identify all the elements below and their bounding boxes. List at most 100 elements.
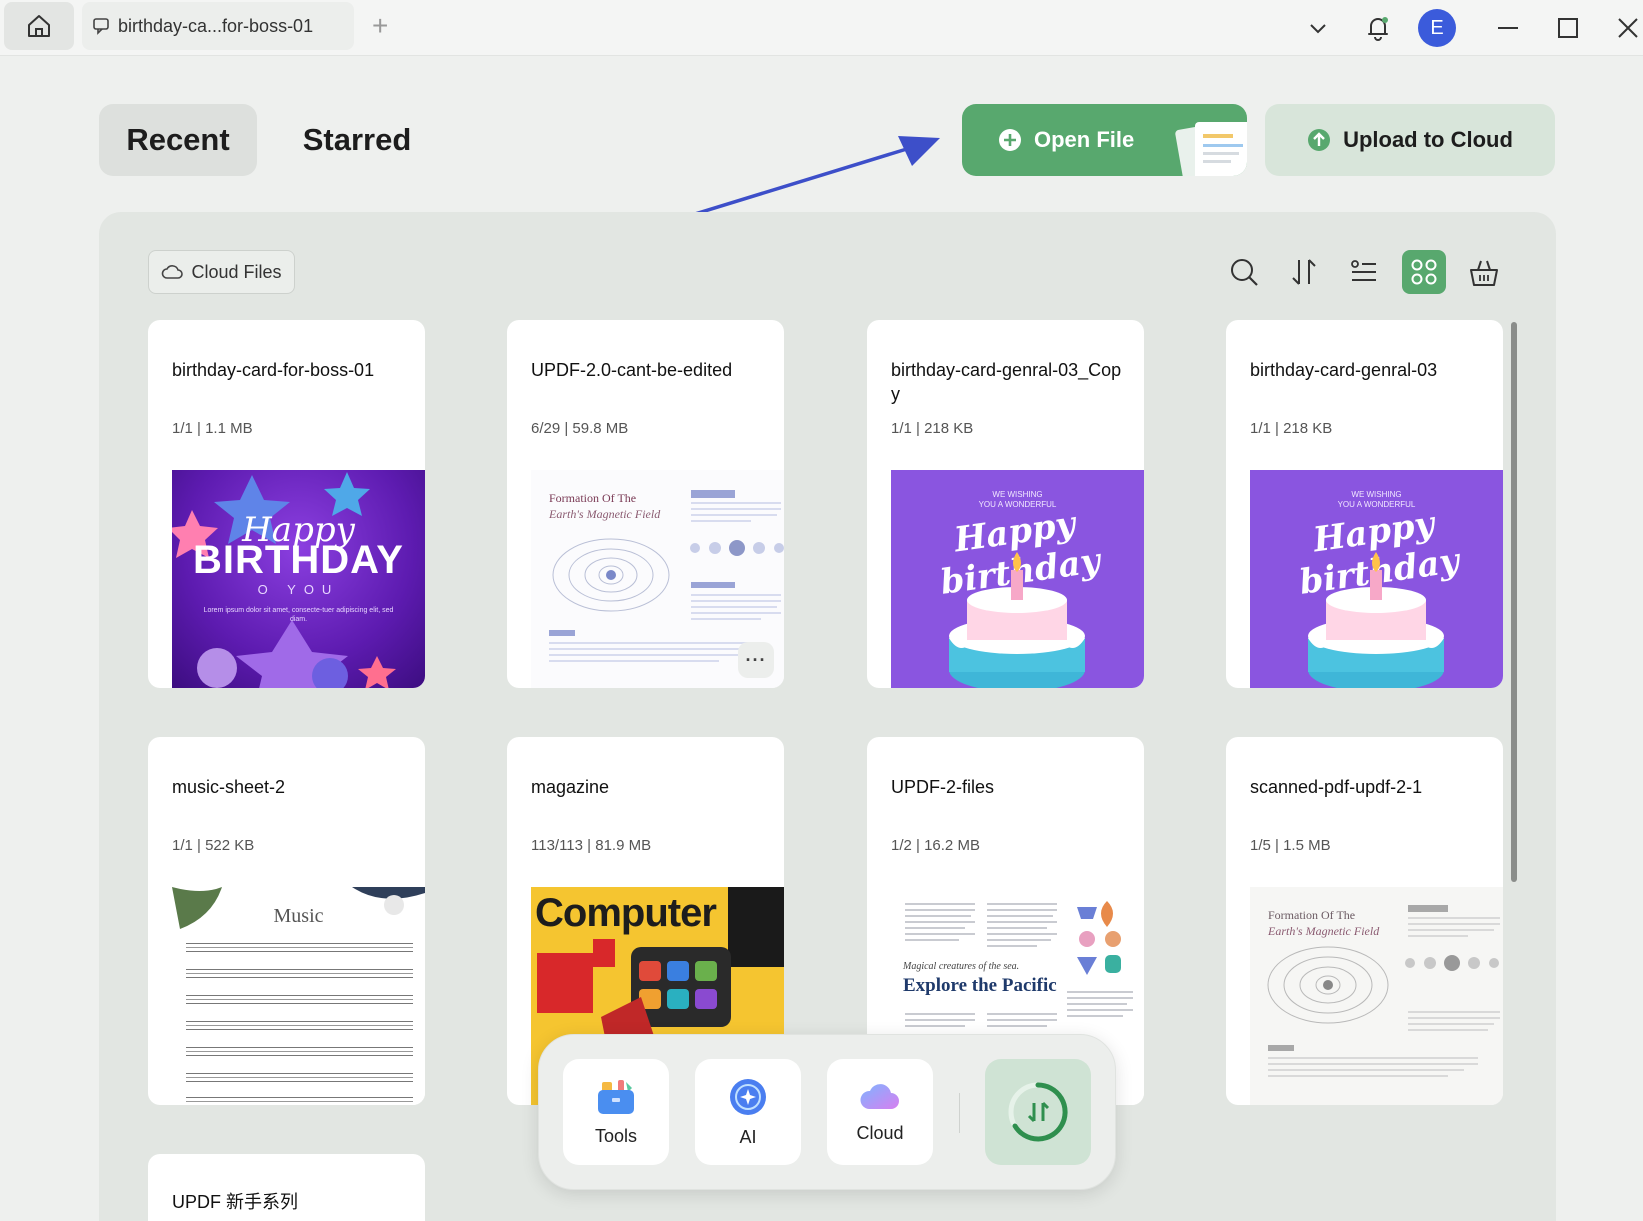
tab-recent[interactable]: Recent <box>99 104 257 176</box>
upload-to-cloud-label: Upload to Cloud <box>1343 127 1513 152</box>
staff-line <box>186 943 413 952</box>
sort-button[interactable] <box>1282 250 1326 294</box>
thumb-to-you-text: O YOU <box>257 582 340 597</box>
file-name: birthday-card-genral-03_Copy <box>891 360 1122 404</box>
list-view-icon <box>1351 260 1376 281</box>
file-meta: 1/1 | 1.1 MB <box>172 420 253 437</box>
file-meta: 1/2 | 16.2 MB <box>891 837 980 854</box>
birthday-cake-icon <box>1308 552 1444 688</box>
dock-cloud-label: Cloud <box>856 1122 904 1143</box>
file-card[interactable]: scanned-pdf-updf-2-1 1/5 | 1.5 MB Format… <box>1226 737 1503 1105</box>
comment-icon <box>93 18 109 35</box>
thumb-pacific-title: Explore the Pacific <box>903 975 1057 996</box>
file-name: birthday-card-for-boss-01 <box>172 360 375 380</box>
home-icon <box>28 15 50 37</box>
home-button[interactable] <box>4 2 74 50</box>
dock-cloud-button[interactable]: Cloud <box>827 1059 933 1165</box>
birthday-cake-icon <box>949 552 1085 688</box>
new-tab-button[interactable]: + <box>372 12 388 40</box>
file-thumbnail: WE WISHINGYOU A WONDERFUL Happy birthday <box>891 470 1144 688</box>
file-meta: 1/5 | 1.5 MB <box>1250 837 1331 854</box>
dock-tools-label: Tools <box>594 1125 638 1146</box>
document-tab[interactable]: birthday-ca...for-boss-01 <box>82 2 354 50</box>
file-name: UPDF-2-files <box>891 777 995 797</box>
search-button[interactable] <box>1222 250 1266 294</box>
ai-assistant-icon <box>730 1078 766 1115</box>
dock-ai-button[interactable]: AI <box>695 1059 801 1165</box>
search-icon <box>1231 259 1258 286</box>
maximize-icon <box>1558 18 1578 38</box>
file-meta: 6/29 | 59.8 MB <box>531 420 629 437</box>
staff-line <box>186 969 413 978</box>
upload-icon <box>1308 129 1331 151</box>
file-card[interactable]: birthday-card-genral-03 1/1 | 218 KB WE … <box>1226 320 1503 688</box>
file-name: magazine <box>531 777 610 797</box>
scrollbar[interactable] <box>1511 322 1517 882</box>
notifications-button[interactable] <box>1360 10 1396 46</box>
files-illustration-icon <box>1175 122 1247 176</box>
grid-view-icon <box>1411 259 1437 285</box>
bell-icon <box>1368 17 1388 41</box>
file-meta: 1/1 | 218 KB <box>1250 420 1333 437</box>
open-file-button[interactable]: Open File <box>962 104 1247 176</box>
file-meta: 1/1 | 522 KB <box>172 837 255 854</box>
tabs-dropdown-button[interactable] <box>1300 10 1336 46</box>
magnetic-field-diagram-icon <box>1267 905 1500 1077</box>
upload-to-cloud-button[interactable]: Upload to Cloud <box>1265 104 1555 176</box>
file-thumbnail: WE WISHINGYOU A WONDERFUL Happy birthday <box>1250 470 1503 688</box>
file-card[interactable]: music-sheet-2 1/1 | 522 KB Music <box>148 737 425 1105</box>
close-window-button[interactable] <box>1610 10 1643 46</box>
staff-line <box>186 1021 413 1030</box>
file-name: scanned-pdf-updf-2-1 <box>1250 777 1423 797</box>
file-name: birthday-card-genral-03 <box>1250 360 1438 380</box>
file-thumbnail: Happy BIRTHDAY O YOU Lorem ipsum dolor s… <box>172 470 425 688</box>
toolbox-icon <box>598 1079 634 1114</box>
staff-line <box>186 1073 413 1082</box>
file-name: UPDF 新手系列 <box>172 1192 298 1212</box>
cloud-icon <box>162 265 184 279</box>
thumb-lorem-text: Lorem ipsum dolor sit amet, consecte-tue… <box>203 607 394 623</box>
basket-icon <box>1470 260 1498 286</box>
plus-circle-icon <box>999 129 1021 151</box>
dock-tools-button[interactable]: Tools <box>563 1059 669 1165</box>
file-card[interactable]: birthday-card-genral-03_Copy 1/1 | 218 K… <box>867 320 1144 688</box>
minimize-icon <box>1498 27 1518 29</box>
file-card[interactable]: birthday-card-for-boss-01 1/1 | 1.1 MB H… <box>148 320 425 688</box>
file-name: music-sheet-2 <box>172 777 286 797</box>
file-thumbnail: Music <box>172 887 425 1105</box>
cloud-files-button[interactable]: Cloud Files <box>148 250 295 294</box>
file-meta: 1/1 | 218 KB <box>891 420 974 437</box>
user-avatar[interactable]: E <box>1418 9 1456 47</box>
cloud-icon <box>860 1083 899 1109</box>
dock-sync-button[interactable] <box>985 1059 1091 1165</box>
bottom-dock: Tools AI Cloud <box>538 1034 1116 1190</box>
basket-button[interactable] <box>1462 250 1506 294</box>
close-icon <box>1618 18 1638 38</box>
tab-starred[interactable]: Starred <box>282 104 432 176</box>
maximize-button[interactable] <box>1550 10 1586 46</box>
file-meta: 113/113 | 81.9 MB <box>531 837 652 854</box>
thumb-pacific-small: Magical creatures of the sea. <box>903 961 1020 972</box>
list-view-button[interactable] <box>1342 250 1386 294</box>
grid-view-button[interactable] <box>1402 250 1446 294</box>
dock-separator <box>959 1093 960 1133</box>
staff-line <box>186 1047 413 1056</box>
staff-line <box>186 995 413 1004</box>
title-bar: birthday-ca...for-boss-01 + E <box>0 0 1643 56</box>
thumb-birthday-text: BIRTHDAY <box>193 538 404 582</box>
staff-line <box>186 1097 413 1105</box>
more-options-button[interactable]: ··· <box>738 642 774 678</box>
open-file-label: Open File <box>1034 127 1135 152</box>
cloud-files-label: Cloud Files <box>191 261 282 282</box>
file-card[interactable]: UPDF-2.0-cant-be-edited 6/29 | 59.8 MB F… <box>507 320 784 688</box>
tab-title: birthday-ca...for-boss-01 <box>118 15 314 36</box>
chevron-down-icon <box>1310 24 1326 34</box>
file-card[interactable]: UPDF 新手系列 <box>148 1154 425 1221</box>
thumb-music-title: Music <box>273 905 324 927</box>
sync-icon <box>1008 1082 1068 1142</box>
sort-icon <box>1292 259 1316 285</box>
file-thumbnail: Formation Of The Earth's Magnetic Field <box>1250 887 1503 1105</box>
minimize-button[interactable] <box>1490 10 1526 46</box>
dock-ai-label: AI <box>739 1126 757 1147</box>
file-name: UPDF-2.0-cant-be-edited <box>531 360 733 380</box>
